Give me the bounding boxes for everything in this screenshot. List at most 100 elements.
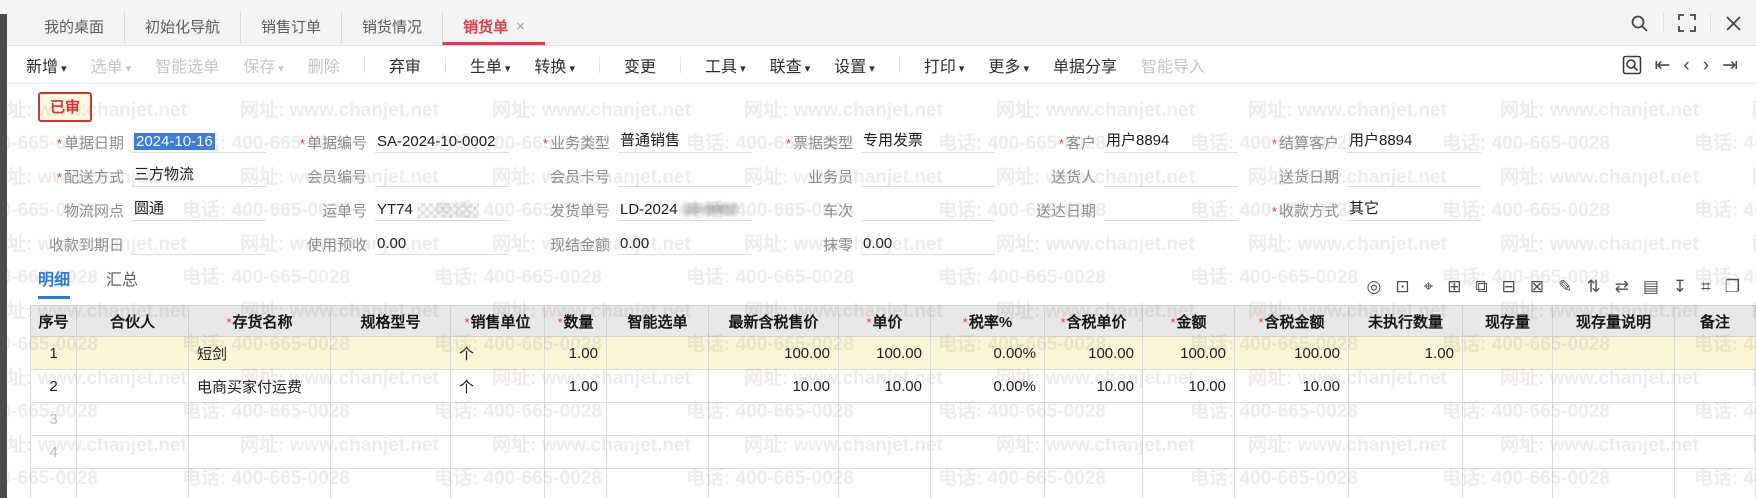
toolbar-more-button[interactable]: 更多 — [988, 53, 1029, 77]
toolbar-save-button[interactable]: 保存 — [243, 53, 284, 77]
cell-spec[interactable] — [330, 435, 451, 469]
col-spec[interactable]: 规格型号 — [330, 305, 451, 337]
col-amount[interactable]: 金额 — [1142, 305, 1235, 337]
payment-method-input[interactable]: 其它 — [1347, 197, 1481, 221]
tab-my-desktop[interactable]: 我的桌面 — [24, 11, 124, 45]
col-smart-select[interactable]: 智能选单 — [606, 305, 709, 337]
cell-stock-qty[interactable] — [1462, 435, 1553, 469]
cell-seq[interactable] — [30, 468, 77, 498]
cell-tax-price[interactable] — [1044, 435, 1143, 469]
toolbar-generate-button[interactable]: 生单 — [470, 53, 511, 77]
prev-record-icon[interactable]: ‹ — [1683, 56, 1689, 75]
invoice-type-input[interactable]: 专用发票 — [861, 129, 995, 153]
col-remark[interactable]: 备注 — [1674, 305, 1756, 337]
cell-partner[interactable] — [76, 402, 189, 436]
delivery-date-input[interactable] — [1347, 167, 1481, 187]
shipment-number-input[interactable]: LD-2024-10-0002 — [618, 201, 752, 221]
remove-row-icon[interactable]: ⊟ — [1502, 278, 1516, 295]
tab-init-nav[interactable]: 初始化导航 — [124, 11, 240, 45]
cell-qty[interactable]: 1.00 — [544, 369, 607, 403]
copy-row-icon[interactable]: ⧉ — [1475, 278, 1487, 295]
cell-remark[interactable] — [1674, 468, 1756, 498]
doc-date-input[interactable]: 2024-10-16 — [132, 133, 266, 153]
waybill-number-input[interactable]: YT74 — [375, 201, 509, 221]
cell-partner[interactable] — [76, 336, 189, 370]
cell-spec[interactable] — [330, 336, 451, 370]
cell-item-name[interactable] — [188, 435, 331, 469]
first-record-icon[interactable]: ⇤ — [1655, 56, 1671, 75]
cell-seq[interactable]: 2 — [30, 369, 77, 403]
cell-tax-price[interactable]: 100.00 — [1044, 336, 1143, 370]
cell-qty[interactable] — [544, 435, 607, 469]
scan-icon[interactable]: ⊡ — [1395, 278, 1409, 295]
toolbar-linkquery-button[interactable]: 联查 — [770, 53, 811, 77]
collapsed-sidebar-strip[interactable] — [0, 14, 7, 498]
cell-seq[interactable]: 1 — [30, 336, 77, 370]
cell-qty[interactable] — [544, 468, 607, 498]
cell-stock-note[interactable] — [1552, 435, 1675, 469]
cell-tax-rate[interactable] — [930, 402, 1045, 436]
train-number-input[interactable] — [861, 201, 995, 221]
export-icon[interactable]: ↧ — [1673, 278, 1687, 295]
cell-smart-select[interactable] — [606, 402, 709, 436]
cell-spec[interactable] — [330, 468, 451, 498]
cell-qty[interactable] — [544, 402, 607, 436]
last-record-icon[interactable]: ⇥ — [1722, 56, 1738, 75]
close-icon[interactable] — [1725, 15, 1742, 32]
tab-sales-order[interactable]: 销售订单 — [240, 11, 341, 45]
cash-amount-input[interactable]: 0.00 — [618, 235, 752, 255]
cell-sales-unit[interactable] — [450, 402, 545, 436]
cell-amount[interactable]: 10.00 — [1142, 369, 1235, 403]
cell-unexecuted-qty[interactable] — [1348, 468, 1463, 498]
deliverer-input[interactable] — [1104, 167, 1238, 187]
cell-sales-unit[interactable] — [450, 468, 545, 498]
find-document-icon[interactable] — [1622, 55, 1642, 75]
cell-unit-price[interactable] — [838, 402, 931, 436]
cell-unit-price[interactable]: 100.00 — [838, 336, 931, 370]
cell-latest-price[interactable] — [708, 435, 839, 469]
col-unit-price[interactable]: 单价 — [838, 305, 931, 337]
cell-latest-price[interactable]: 100.00 — [708, 336, 839, 370]
cell-stock-note[interactable] — [1552, 468, 1675, 498]
cell-smart-select[interactable] — [606, 336, 709, 370]
cell-amount[interactable]: 100.00 — [1142, 336, 1235, 370]
col-unexecuted-qty[interactable]: 未执行数量 — [1348, 305, 1463, 337]
toolbar-share-button[interactable]: 单据分享 — [1053, 53, 1117, 77]
tab-detail[interactable]: 明细 — [38, 266, 71, 299]
cell-item-name[interactable] — [188, 402, 331, 436]
toolbar-convert-button[interactable]: 转换 — [534, 53, 575, 77]
cell-smart-select[interactable] — [606, 435, 709, 469]
cell-remark[interactable] — [1674, 402, 1756, 436]
toolbar-settings-button[interactable]: 设置 — [834, 53, 875, 77]
cell-item-name[interactable] — [188, 468, 331, 498]
member-card-input[interactable] — [618, 167, 752, 187]
cell-stock-note[interactable] — [1552, 369, 1675, 403]
cell-partner[interactable] — [76, 435, 189, 469]
toolbar-tools-button[interactable]: 工具 — [705, 53, 746, 77]
pin-icon[interactable]: ⌖ — [1424, 278, 1434, 295]
cell-unexecuted-qty[interactable] — [1348, 435, 1463, 469]
cell-remark[interactable] — [1674, 336, 1756, 370]
col-seq[interactable]: 序号 — [30, 305, 77, 337]
cell-tax-price[interactable] — [1044, 468, 1143, 498]
cell-tax-rate[interactable] — [930, 435, 1045, 469]
doc-number-input[interactable]: SA-2024-10-0002 — [375, 133, 509, 153]
delete-row-icon[interactable]: ⊠ — [1530, 278, 1544, 295]
col-tax-amount[interactable]: 含税金额 — [1234, 305, 1349, 337]
batch-edit-icon[interactable]: ▤ — [1643, 278, 1659, 295]
delivery-method-input[interactable]: 三方物流 — [132, 163, 266, 187]
cell-latest-price[interactable]: 10.00 — [708, 369, 839, 403]
edit-row-icon[interactable]: ✎ — [1558, 278, 1572, 295]
round-off-input[interactable]: 0.00 — [861, 235, 995, 255]
cell-sales-unit[interactable]: 个 — [450, 336, 545, 370]
cell-tax-rate[interactable] — [930, 468, 1045, 498]
cell-stock-qty[interactable] — [1462, 468, 1553, 498]
col-sales-unit[interactable]: 销售单位 — [450, 305, 545, 337]
cell-spec[interactable] — [330, 402, 451, 436]
toolbar-change-button[interactable]: 变更 — [624, 53, 656, 77]
cell-stock-qty[interactable] — [1462, 336, 1553, 370]
search-icon[interactable] — [1630, 14, 1649, 33]
business-type-input[interactable]: 普通销售 — [618, 129, 752, 153]
cell-tax-amount[interactable]: 100.00 — [1234, 336, 1349, 370]
cell-unit-price[interactable]: 10.00 — [838, 369, 931, 403]
